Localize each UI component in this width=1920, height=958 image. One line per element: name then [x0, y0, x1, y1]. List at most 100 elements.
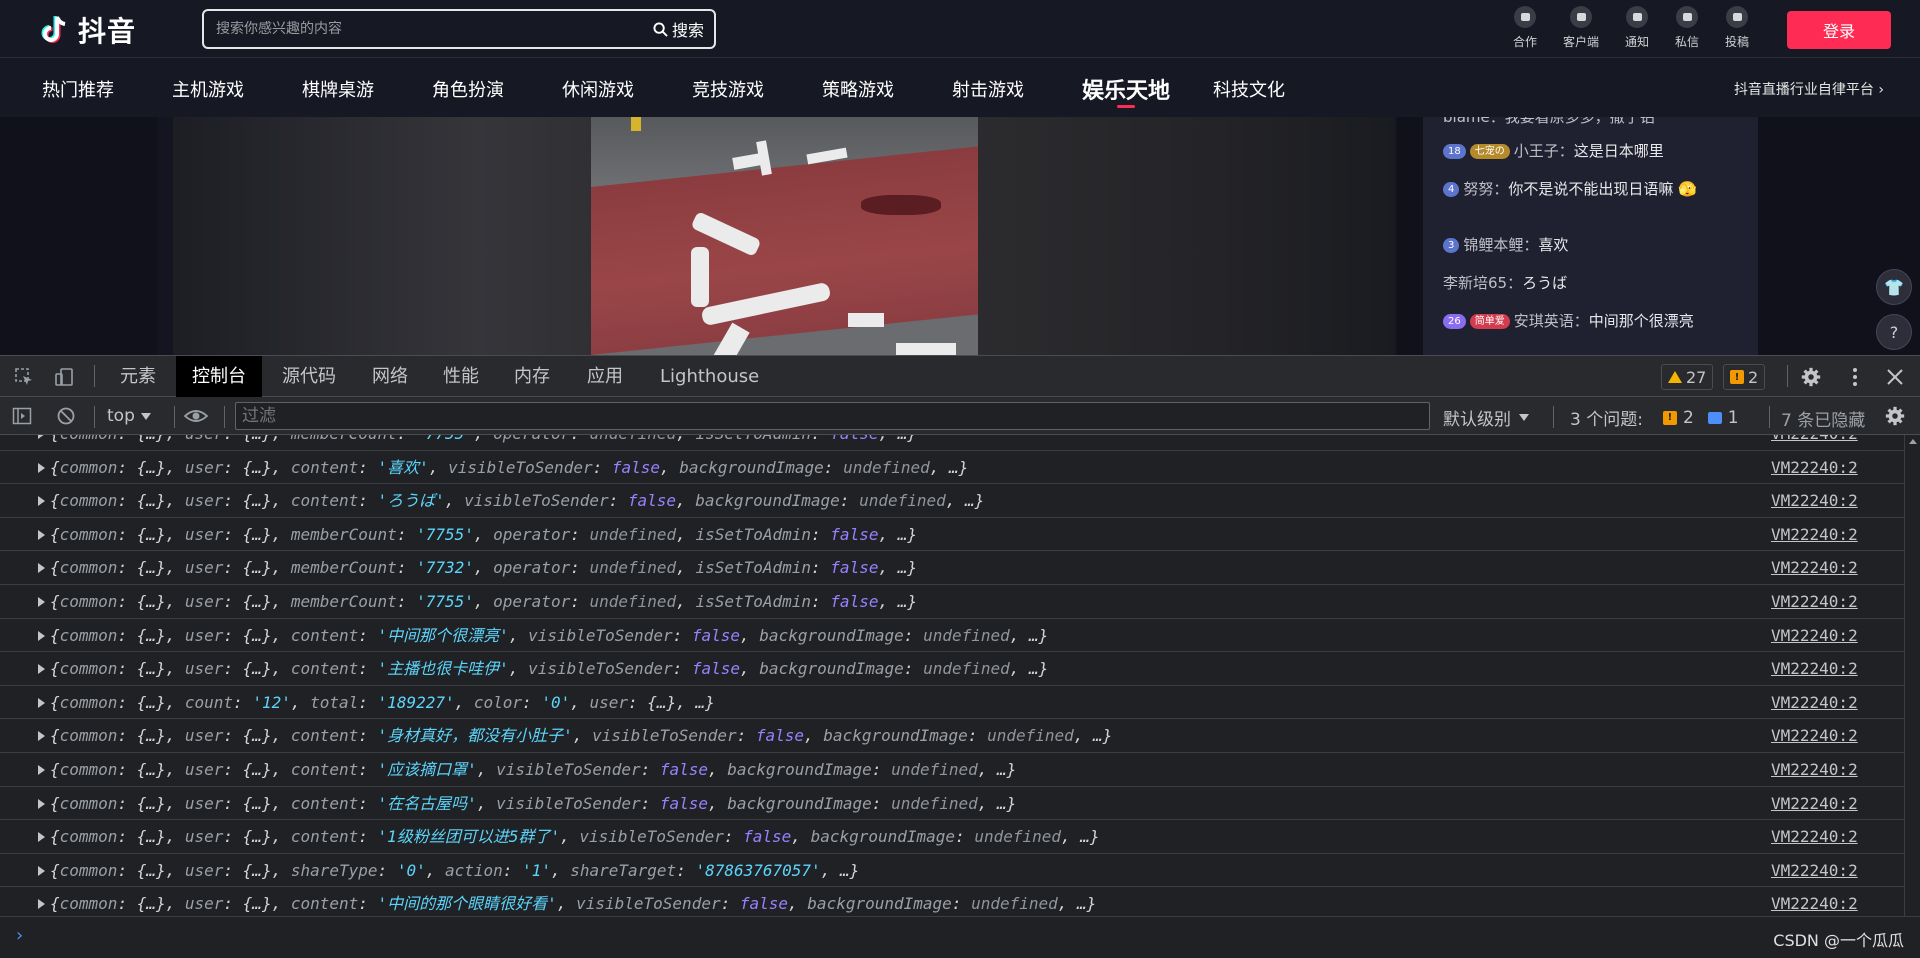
console-log-row[interactable]: {common: {…}, user: {…}, shareType: '0',…: [0, 854, 1904, 888]
nav-item-shooter[interactable]: 射击游戏: [952, 76, 1024, 102]
console-scrollbar[interactable]: [1904, 435, 1920, 916]
expand-triangle-icon[interactable]: [38, 563, 45, 574]
inspect-element-icon[interactable]: [14, 367, 34, 387]
nav-item-rpg[interactable]: 角色扮演: [432, 76, 504, 102]
console-log-row[interactable]: {common: {…}, user: {…}, memberCount: '7…: [0, 551, 1904, 585]
console-log-row[interactable]: {common: {…}, count: '12', total: '18922…: [0, 686, 1904, 720]
tab-console[interactable]: 控制台: [176, 356, 262, 397]
expand-triangle-icon[interactable]: [38, 435, 45, 439]
search-button[interactable]: 搜索: [653, 17, 714, 41]
expand-triangle-icon[interactable]: [38, 697, 45, 708]
upload-button[interactable]: 投稿: [1712, 6, 1762, 50]
douyin-logo[interactable]: 抖音: [38, 10, 136, 50]
log-source-link[interactable]: VM22240:2: [1771, 551, 1858, 584]
issues-counter[interactable]: ! 2: [1723, 364, 1766, 390]
log-source-link[interactable]: VM22240:2: [1771, 619, 1858, 652]
log-source-link[interactable]: VM22240:2: [1771, 652, 1858, 685]
show-sidebar-icon[interactable]: [12, 406, 32, 426]
console-log-row[interactable]: {common: {…}, user: {…}, content: '应该摘口罩…: [0, 753, 1904, 787]
help-icon[interactable]: ?: [1876, 314, 1912, 350]
search-input[interactable]: [204, 11, 653, 47]
console-log-row[interactable]: {common: {…}, user: {…}, content: '身材真好，…: [0, 719, 1904, 753]
tab-lighthouse[interactable]: Lighthouse: [644, 356, 775, 397]
nav-item-console-games[interactable]: 主机游戏: [172, 76, 244, 102]
tab-application[interactable]: 应用: [571, 356, 639, 397]
tab-network[interactable]: 网络: [356, 356, 424, 397]
self-discipline-link[interactable]: 抖音直播行业自律平台 ›: [1734, 79, 1884, 99]
more-options-icon[interactable]: [1845, 367, 1865, 387]
close-icon[interactable]: [1885, 367, 1905, 387]
chat-user[interactable]: 努努：: [1463, 180, 1508, 198]
console-log-row[interactable]: {common: {…}, user: {…}, content: '在名古屋吗…: [0, 787, 1904, 821]
log-source-link[interactable]: VM22240:2: [1771, 585, 1858, 618]
log-source-link[interactable]: VM22240:2: [1771, 435, 1858, 450]
console-log-row[interactable]: {common: {…}, user: {…}, content: '中间的那个…: [0, 887, 1904, 916]
nav-item-casual[interactable]: 休闲游戏: [562, 76, 634, 102]
warnings-counter[interactable]: 27: [1661, 364, 1714, 390]
expand-triangle-icon[interactable]: [38, 664, 45, 675]
log-level-select[interactable]: 默认级别: [1443, 405, 1529, 430]
expand-triangle-icon[interactable]: [38, 496, 45, 507]
live-video[interactable]: [591, 117, 978, 355]
client-button[interactable]: 客户端: [1556, 6, 1606, 50]
log-source-link[interactable]: VM22240:2: [1771, 753, 1858, 786]
nav-item-hot[interactable]: 热门推荐: [42, 76, 114, 102]
expand-triangle-icon[interactable]: [38, 630, 45, 641]
console-settings-gear-icon[interactable]: [1884, 405, 1906, 427]
console-log-row[interactable]: {common: {…}, user: {…}, memberCount: '7…: [0, 518, 1904, 552]
expand-triangle-icon[interactable]: [38, 798, 45, 809]
console-prompt[interactable]: ›: [0, 916, 1920, 958]
log-object-preview: {common: {…}, user: {…}, content: '应该摘口罩…: [50, 760, 1017, 779]
console-log-row[interactable]: {common: {…}, user: {…}, content: '喜欢', …: [0, 451, 1904, 485]
console-log-row[interactable]: {common: {…}, user: {…}, content: '1级粉丝团…: [0, 820, 1904, 854]
expand-triangle-icon[interactable]: [38, 865, 45, 876]
issues-summary[interactable]: 3 个问题: ! 2 1: [1570, 405, 1739, 431]
log-source-link[interactable]: VM22240:2: [1771, 518, 1858, 551]
expand-triangle-icon[interactable]: [38, 832, 45, 843]
log-source-link[interactable]: VM22240:2: [1771, 484, 1858, 517]
notification-button[interactable]: 通知: [1612, 6, 1662, 50]
shirt-icon[interactable]: 👕: [1876, 269, 1912, 305]
settings-gear-icon[interactable]: [1800, 366, 1822, 388]
console-filter-input[interactable]: [235, 402, 1430, 430]
context-select[interactable]: top: [107, 406, 151, 426]
console-log-row[interactable]: {common: {…}, user: {…}, memberCount: '7…: [0, 585, 1904, 619]
log-source-link[interactable]: VM22240:2: [1771, 820, 1858, 853]
expand-triangle-icon[interactable]: [38, 731, 45, 742]
chat-user[interactable]: 锦鲤本鲤：: [1463, 236, 1538, 254]
chat-user[interactable]: 小王子：: [1514, 142, 1574, 160]
console-log-row[interactable]: {common: {…}, user: {…}, content: 'ろうば',…: [0, 484, 1904, 518]
expand-triangle-icon[interactable]: [38, 462, 45, 473]
login-button[interactable]: 登录: [1787, 11, 1891, 49]
log-source-link[interactable]: VM22240:2: [1771, 451, 1858, 484]
expand-triangle-icon[interactable]: [38, 899, 45, 910]
cooperate-button[interactable]: 合作: [1500, 6, 1550, 50]
chat-message: 4 努努：你不是说不能出现日语嘛 🫣: [1443, 179, 1743, 200]
console-log-row[interactable]: {common: {…}, user: {…}, content: '主播也很卡…: [0, 652, 1904, 686]
console-log-row[interactable]: {common: {…}, user: {…}, memberCount: '7…: [0, 435, 1904, 451]
expand-triangle-icon[interactable]: [38, 529, 45, 540]
log-source-link[interactable]: VM22240:2: [1771, 887, 1858, 916]
expand-triangle-icon[interactable]: [38, 765, 45, 775]
expand-triangle-icon[interactable]: [38, 597, 45, 607]
chat-user[interactable]: 安琪英语：: [1514, 312, 1589, 330]
nav-item-competitive[interactable]: 竞技游戏: [692, 76, 764, 102]
tab-elements[interactable]: 元素: [104, 356, 172, 397]
chat-user[interactable]: 李新培65：: [1443, 274, 1522, 292]
clear-console-icon[interactable]: [56, 406, 76, 426]
eye-icon[interactable]: [184, 406, 208, 426]
log-source-link[interactable]: VM22240:2: [1771, 686, 1858, 719]
tab-memory[interactable]: 内存: [498, 356, 566, 397]
log-source-link[interactable]: VM22240:2: [1771, 719, 1858, 752]
device-toolbar-icon[interactable]: [54, 367, 74, 387]
message-button[interactable]: 私信: [1662, 6, 1712, 50]
log-source-link[interactable]: VM22240:2: [1771, 787, 1858, 820]
nav-item-entertainment[interactable]: 娱乐天地: [1082, 73, 1170, 105]
nav-item-tech-culture[interactable]: 科技文化: [1213, 76, 1285, 102]
tab-sources[interactable]: 源代码: [266, 356, 352, 397]
nav-item-board-games[interactable]: 棋牌桌游: [302, 76, 374, 102]
tab-performance[interactable]: 性能: [427, 356, 495, 397]
log-source-link[interactable]: VM22240:2: [1771, 854, 1858, 887]
nav-item-strategy[interactable]: 策略游戏: [822, 76, 894, 102]
console-log-row[interactable]: {common: {…}, user: {…}, content: '中间那个很…: [0, 619, 1904, 653]
